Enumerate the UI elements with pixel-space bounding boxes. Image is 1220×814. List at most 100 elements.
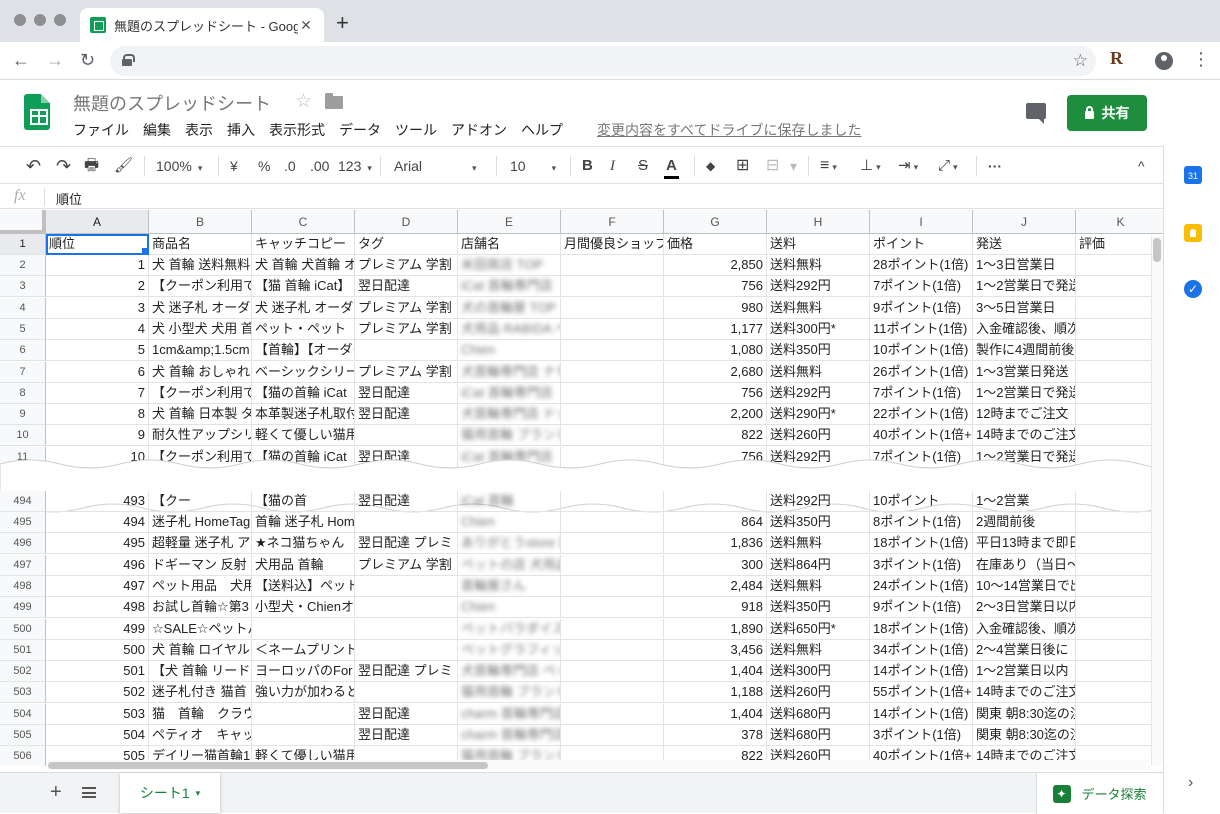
cell[interactable]: 【猫の首輪 iCat bbox=[252, 382, 355, 404]
cell[interactable]: 犬 首輪 おしゃれ bbox=[149, 361, 252, 383]
all-sheets-icon[interactable] bbox=[82, 787, 96, 798]
cell[interactable]: 翌日配達 bbox=[355, 725, 458, 746]
cell[interactable]: 2〜4営業日後に bbox=[973, 639, 1076, 661]
cell[interactable]: 平日13時まで即日 bbox=[973, 533, 1076, 555]
cell[interactable] bbox=[561, 297, 664, 319]
cell[interactable]: 10ポイント bbox=[870, 491, 973, 512]
cell[interactable]: 1,404 bbox=[664, 703, 767, 725]
cell[interactable]: 2,850 bbox=[664, 255, 767, 276]
cell[interactable]: 1〜3日営業日 bbox=[973, 255, 1076, 276]
back-button[interactable]: ← bbox=[12, 50, 30, 70]
header-cell[interactable]: 商品名 bbox=[149, 234, 252, 255]
cell[interactable]: 4 bbox=[46, 318, 149, 340]
star-document-icon[interactable]: ☆ bbox=[295, 90, 312, 113]
window-minimize-dot[interactable] bbox=[34, 14, 46, 26]
cell[interactable]: Chien bbox=[458, 340, 561, 362]
cell[interactable]: 犬 首輪 送料無料 bbox=[149, 255, 252, 276]
cell[interactable]: 2 bbox=[46, 276, 149, 298]
cell[interactable]: ペットの店 犬用品 bbox=[458, 554, 561, 576]
cell[interactable]: 4 bbox=[1076, 404, 1163, 426]
row-header[interactable]: 8 bbox=[0, 382, 46, 404]
cell[interactable]: Chien bbox=[458, 597, 561, 619]
cell[interactable] bbox=[561, 318, 664, 340]
cell[interactable]: お試し首輪☆第3 bbox=[149, 597, 252, 619]
cell[interactable]: 4 bbox=[1076, 704, 1163, 725]
cell[interactable]: 34ポイント(1倍) bbox=[870, 639, 973, 661]
merge-cells-icon[interactable]: ⊟ bbox=[766, 156, 779, 176]
move-folder-icon[interactable] bbox=[325, 93, 343, 109]
cell[interactable]: 迷子札付き 猫首 bbox=[149, 682, 252, 704]
tasks-icon[interactable] bbox=[1184, 280, 1202, 298]
row-header[interactable]: 501 bbox=[0, 639, 46, 661]
cell[interactable] bbox=[561, 491, 664, 512]
cell[interactable]: 40ポイント(1倍+ bbox=[870, 425, 973, 447]
cell[interactable]: 18ポイント(1倍) bbox=[870, 618, 973, 640]
cell[interactable]: 関東 朝8:30迄の注文で当日着 bbox=[973, 703, 1076, 725]
cell[interactable]: 18ポイント(1倍) bbox=[870, 533, 973, 555]
paint-format-icon[interactable]: 🖌 bbox=[114, 156, 133, 176]
cell[interactable]: 本革製迷子札取付 bbox=[252, 404, 355, 426]
cell[interactable]: 495 bbox=[46, 533, 149, 555]
cell[interactable] bbox=[561, 597, 664, 619]
header-cell[interactable]: 送料 bbox=[767, 234, 870, 255]
cell[interactable] bbox=[355, 425, 458, 447]
cell[interactable]: 超軽量 迷子札 ア bbox=[149, 533, 252, 555]
cell[interactable]: 犬 首輪 犬首輪 オ bbox=[252, 255, 355, 276]
cell[interactable] bbox=[355, 512, 458, 533]
cell[interactable]: 4 bbox=[1076, 362, 1163, 383]
cell[interactable]: 14時までのご注文 bbox=[973, 425, 1076, 447]
cell[interactable]: 犬 迷子札 オーダ bbox=[252, 297, 355, 319]
cell[interactable] bbox=[355, 597, 458, 619]
cell[interactable]: 4 bbox=[1076, 340, 1163, 362]
browser-tab[interactable]: 無題のスプレッドシート - Google ✕ bbox=[80, 8, 324, 42]
cell[interactable]: 14ポイント(1倍) bbox=[870, 661, 973, 683]
cell[interactable] bbox=[561, 255, 664, 276]
cell[interactable]: 送料680円 bbox=[767, 703, 870, 725]
italic-button[interactable]: I bbox=[610, 156, 615, 176]
cell[interactable]: 強い力が加わると外れる、セーフ bbox=[252, 682, 355, 704]
cell[interactable] bbox=[355, 575, 458, 597]
spreadsheet-grid[interactable]: ABCDEFGHIJK 1 順位 商品名 キャッチコピー タグ 店舗名 月間優良ショップ 価格… bbox=[0, 210, 1163, 766]
cell[interactable]: 翌日配達 bbox=[355, 404, 458, 426]
formula-input[interactable]: 順位 bbox=[56, 189, 82, 208]
cell[interactable]: 3,456 bbox=[664, 639, 767, 661]
cell[interactable]: 送料290円* bbox=[767, 404, 870, 426]
cell[interactable]: 犬首輪専門店 ナチュラル bbox=[458, 361, 561, 383]
cell[interactable]: iCat 首輪 bbox=[458, 491, 561, 512]
currency-format-button[interactable]: ¥ bbox=[230, 156, 238, 176]
cell[interactable] bbox=[561, 276, 664, 298]
cell[interactable]: 首輪 迷子札 HomeTag リネン チョ bbox=[252, 512, 355, 533]
cell[interactable] bbox=[355, 340, 458, 362]
cell[interactable]: 1〜2営業 bbox=[973, 491, 1076, 512]
horizontal-align-select[interactable]: ≡ ▾ bbox=[820, 156, 837, 177]
cell[interactable]: 503 bbox=[46, 703, 149, 725]
cell[interactable]: 耐久性アップシリ bbox=[149, 425, 252, 447]
strikethrough-button[interactable]: S bbox=[638, 156, 648, 176]
column-header-h[interactable]: H bbox=[767, 210, 870, 234]
cell[interactable]: 300 bbox=[664, 554, 767, 576]
cell[interactable]: プレミアム 学割 bbox=[355, 318, 458, 340]
cell[interactable]: 犬首輪専門店 ペットブルー bbox=[458, 661, 561, 683]
cell[interactable]: 送料260円 bbox=[767, 682, 870, 704]
cell[interactable]: 迷子札 HomeTag bbox=[149, 512, 252, 533]
cell[interactable]: 送料350円 bbox=[767, 597, 870, 619]
cell[interactable]: プレミアム 学割 bbox=[355, 554, 458, 576]
row-header[interactable]: 2 bbox=[0, 255, 46, 276]
row-header[interactable]: 504 bbox=[0, 703, 46, 725]
cell[interactable] bbox=[561, 725, 664, 746]
menu-view[interactable]: 表示 bbox=[178, 120, 220, 140]
cell[interactable]: ヨーロッパのFor bbox=[252, 661, 355, 683]
cell[interactable]: 502 bbox=[46, 682, 149, 704]
redo-icon[interactable]: ↷ bbox=[56, 156, 71, 176]
row-header[interactable]: 500 bbox=[0, 618, 46, 640]
text-color-button[interactable]: A bbox=[664, 156, 679, 179]
calendar-icon[interactable]: 31 bbox=[1184, 166, 1202, 184]
column-header-c[interactable]: C bbox=[252, 210, 355, 234]
cell[interactable]: charm 首輪専門店 bbox=[458, 703, 561, 725]
cell[interactable]: 2,200 bbox=[664, 404, 767, 426]
row-header[interactable]: 505 bbox=[0, 725, 46, 746]
cell[interactable] bbox=[561, 661, 664, 683]
cell[interactable]: 4 bbox=[1076, 725, 1163, 746]
cell[interactable]: 犬首輪専門店 ドッグ bbox=[458, 404, 561, 426]
cell[interactable]: 8 bbox=[46, 404, 149, 426]
